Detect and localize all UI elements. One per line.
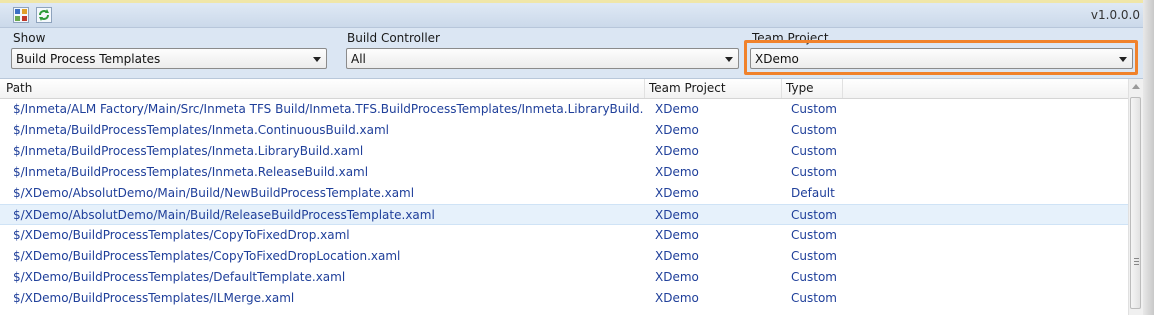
row-team-project: XDemo	[655, 228, 699, 242]
templates-grid: Path Team Project Type $/Inmeta/ALM Fact…	[0, 79, 1128, 315]
build-controller-dropdown[interactable]: All	[346, 48, 739, 69]
column-header-type[interactable]: Type	[782, 79, 843, 98]
chevron-down-icon	[725, 57, 733, 62]
table-row[interactable]: $/XDemo/BuildProcessTemplates/CopyToFixe…	[0, 246, 1128, 267]
row-team-project: XDemo	[655, 144, 699, 158]
row-type: Custom	[791, 165, 837, 179]
show-dropdown-value: Build Process Templates	[16, 52, 161, 66]
row-path: $/XDemo/BuildProcessTemplates/CopyToFixe…	[13, 228, 350, 242]
row-path: $/XDemo/AbsolutDemo/Main/Build/NewBuildP…	[13, 186, 415, 200]
table-row[interactable]: $/XDemo/AbsolutDemo/Main/Build/ReleaseBu…	[0, 204, 1128, 225]
row-path: $/XDemo/AbsolutDemo/Main/Build/ReleaseBu…	[13, 208, 435, 222]
table-row[interactable]: $/Inmeta/BuildProcessTemplates/Inmeta.Re…	[0, 162, 1128, 183]
scrollbar-thumb[interactable]	[1130, 97, 1141, 309]
row-team-project: XDemo	[655, 102, 699, 116]
toolbar: v1.0.0.0	[0, 3, 1154, 28]
row-path: $/Inmeta/BuildProcessTemplates/Inmeta.Co…	[13, 123, 389, 137]
row-type: Custom	[791, 249, 837, 263]
table-row[interactable]: $/XDemo/BuildProcessTemplates/CopyToFixe…	[0, 225, 1128, 246]
row-type: Custom	[791, 208, 837, 222]
table-row[interactable]: $/XDemo/BuildProcessTemplates/ILMerge.xa…	[0, 288, 1128, 309]
grid-header: Path Team Project Type	[0, 79, 1128, 99]
build-controller-label: Build Controller	[347, 31, 440, 45]
team-project-highlight	[744, 40, 1138, 75]
table-row[interactable]: $/Inmeta/BuildProcessTemplates/Inmeta.Co…	[0, 120, 1128, 141]
row-type: Custom	[791, 228, 837, 242]
table-row[interactable]: $/Inmeta/ALM Factory/Main/Src/Inmeta TFS…	[0, 99, 1128, 120]
row-path: $/Inmeta/BuildProcessTemplates/Inmeta.Li…	[13, 144, 364, 158]
row-path: $/Inmeta/ALM Factory/Main/Src/Inmeta TFS…	[13, 102, 643, 116]
row-team-project: XDemo	[655, 208, 699, 222]
column-header-team-project[interactable]: Team Project	[645, 79, 782, 98]
refresh-icon[interactable]	[36, 7, 52, 23]
row-type: Custom	[791, 123, 837, 137]
row-team-project: XDemo	[655, 165, 699, 179]
table-row[interactable]: $/XDemo/BuildProcessTemplates/DefaultTem…	[0, 267, 1128, 288]
show-label: Show	[13, 31, 46, 45]
row-team-project: XDemo	[655, 123, 699, 137]
scroll-up-arrow-icon[interactable]	[1132, 84, 1140, 89]
build-controller-value: All	[351, 52, 366, 66]
row-type: Custom	[791, 144, 837, 158]
show-dropdown[interactable]: Build Process Templates	[11, 48, 327, 69]
row-path: $/XDemo/BuildProcessTemplates/ILMerge.xa…	[13, 291, 295, 305]
vertical-scrollbar[interactable]	[1128, 79, 1143, 315]
chevron-down-icon	[313, 57, 321, 62]
row-type: Default	[791, 186, 835, 200]
window-edge	[1143, 0, 1154, 315]
row-type: Custom	[791, 291, 837, 305]
row-type: Custom	[791, 102, 837, 116]
row-path: $/XDemo/BuildProcessTemplates/DefaultTem…	[13, 270, 346, 284]
column-header-path[interactable]: Path	[2, 79, 645, 98]
row-team-project: XDemo	[655, 291, 699, 305]
row-team-project: XDemo	[655, 186, 699, 200]
layout-icon[interactable]	[13, 7, 29, 23]
row-team-project: XDemo	[655, 249, 699, 263]
table-row[interactable]: $/XDemo/AbsolutDemo/Main/Build/NewBuildP…	[0, 183, 1128, 204]
version-label: v1.0.0.0	[1090, 8, 1140, 22]
row-type: Custom	[791, 270, 837, 284]
row-team-project: XDemo	[655, 270, 699, 284]
row-path: $/XDemo/BuildProcessTemplates/CopyToFixe…	[13, 249, 401, 263]
row-path: $/Inmeta/BuildProcessTemplates/Inmeta.Re…	[13, 165, 369, 179]
scrollbar-grip-icon	[1134, 258, 1139, 265]
table-row[interactable]: $/Inmeta/BuildProcessTemplates/Inmeta.Li…	[0, 141, 1128, 162]
